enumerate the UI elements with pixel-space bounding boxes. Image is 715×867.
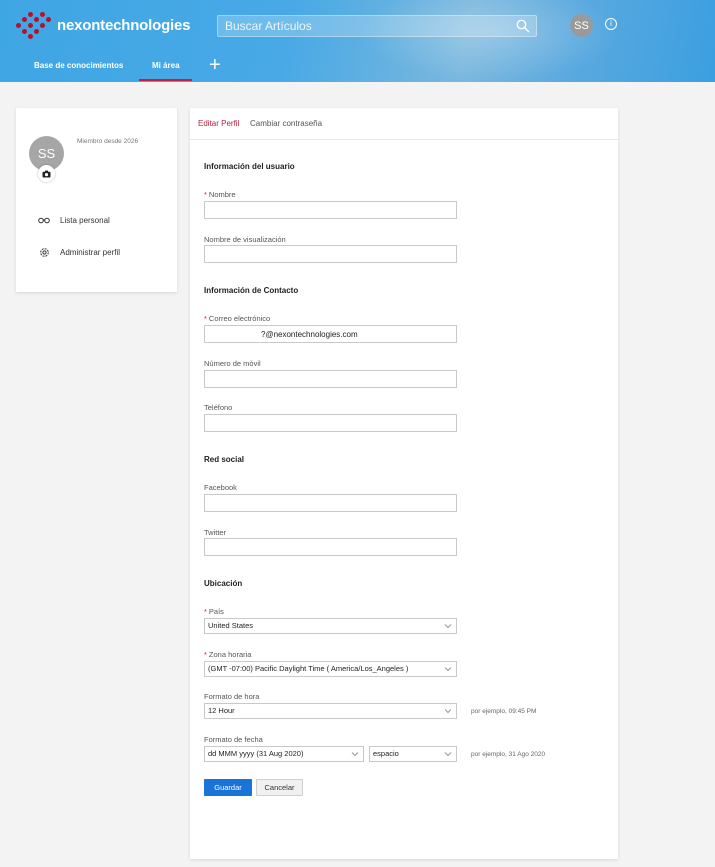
- date-format-label: Formato de fecha: [204, 735, 263, 744]
- camera-icon[interactable]: [38, 165, 55, 182]
- accessibility-icon[interactable]: i: [605, 18, 617, 30]
- required-marker: *: [204, 607, 207, 616]
- chevron-down-icon: [444, 624, 452, 629]
- sidebar-item-manage-profile[interactable]: Administrar perfil: [38, 246, 120, 258]
- mobile-label: Número de móvil: [204, 359, 261, 368]
- chevron-down-icon: [444, 667, 452, 672]
- twitter-field[interactable]: [204, 538, 457, 556]
- sidebar-item-personal-list[interactable]: Lista personal: [38, 214, 110, 226]
- timezone-select[interactable]: (GMT -07:00) Pacific Daylight Time ( Ame…: [204, 661, 457, 677]
- required-marker: *: [204, 190, 207, 199]
- mobile-field[interactable]: [204, 370, 457, 388]
- required-marker: *: [204, 650, 207, 659]
- search-input[interactable]: [218, 16, 508, 36]
- time-format-select[interactable]: 12 Hour: [204, 703, 457, 719]
- time-format-hint: por ejemplo, 09:45 PM: [471, 708, 537, 715]
- date-separator-select[interactable]: espacio: [369, 746, 457, 762]
- top-header: nexontechnologies SS i Base de conocimie…: [0, 0, 715, 82]
- twitter-label: Twitter: [204, 528, 227, 537]
- save-button[interactable]: Guardar: [204, 779, 252, 796]
- section-title-social: Red social: [204, 455, 245, 464]
- brand-name: nexontechnologies: [57, 16, 191, 34]
- add-tab-icon[interactable]: +: [209, 55, 221, 75]
- user-avatar[interactable]: SS: [570, 14, 593, 37]
- tab-edit-profile[interactable]: Editar Perfil: [198, 119, 239, 128]
- glasses-icon: [38, 214, 50, 226]
- profile-tabs: Editar Perfil Cambiar contraseña: [190, 108, 618, 140]
- date-format-value: dd MMM yyyy (31 Aug 2020): [208, 749, 304, 758]
- logo-dots-icon: [16, 12, 52, 39]
- required-marker: *: [204, 314, 207, 323]
- section-title-contact: Información de Contacto: [204, 286, 299, 295]
- header-background-shade: [360, 0, 620, 82]
- time-format-label: Formato de hora: [204, 692, 260, 701]
- sidebar-item-label: Administrar perfil: [60, 247, 121, 257]
- search-box: [217, 15, 537, 37]
- chevron-down-icon: [444, 752, 452, 757]
- facebook-field[interactable]: [204, 494, 457, 512]
- nav-item-my-area[interactable]: Mi área: [152, 61, 180, 70]
- chevron-down-icon: [444, 709, 452, 714]
- brand-logo[interactable]: nexontechnologies: [16, 12, 191, 39]
- country-select[interactable]: United States: [204, 618, 457, 634]
- cancel-button[interactable]: Cancelar: [256, 779, 303, 796]
- name-field[interactable]: [204, 201, 457, 219]
- date-format-hint: por ejemplo, 31 Ago 2020: [471, 751, 546, 758]
- member-since: Miembro desde 2026: [77, 138, 139, 145]
- nav-item-knowledge-base[interactable]: Base de conocimientos: [34, 61, 123, 70]
- search-icon[interactable]: [516, 19, 530, 33]
- section-title-user-info: Información del usuario: [204, 162, 295, 171]
- email-field[interactable]: [204, 325, 457, 343]
- active-nav-indicator: [139, 79, 192, 81]
- profile-form-card: Editar Perfil Cambiar contraseña Informa…: [190, 108, 618, 859]
- tab-change-password[interactable]: Cambiar contraseña: [250, 119, 322, 128]
- time-format-value: 12 Hour: [208, 706, 235, 715]
- timezone-value: (GMT -07:00) Pacific Daylight Time ( Ame…: [208, 664, 409, 673]
- facebook-label: Facebook: [204, 483, 237, 492]
- date-format-select[interactable]: dd MMM yyyy (31 Aug 2020): [204, 746, 364, 762]
- name-label: * Nombre: [204, 190, 236, 199]
- timezone-label: * Zona horaria: [204, 650, 252, 659]
- gear-icon: [38, 246, 50, 258]
- country-label: * País: [204, 607, 224, 616]
- phone-field[interactable]: [204, 414, 457, 432]
- country-value: United States: [208, 621, 254, 630]
- display-name-field[interactable]: [204, 245, 457, 263]
- display-name-label: Nombre de visualización: [204, 235, 286, 244]
- section-title-location: Ubicación: [204, 579, 243, 588]
- profile-card: SS Miembro desde 2026 Lista personal Adm…: [16, 108, 177, 292]
- date-separator-value: espacio: [373, 749, 399, 758]
- chevron-down-icon: [351, 752, 359, 757]
- phone-label: Teléfono: [204, 403, 233, 412]
- sidebar-item-label: Lista personal: [60, 215, 110, 225]
- email-label: * Correo electrónico: [204, 314, 271, 323]
